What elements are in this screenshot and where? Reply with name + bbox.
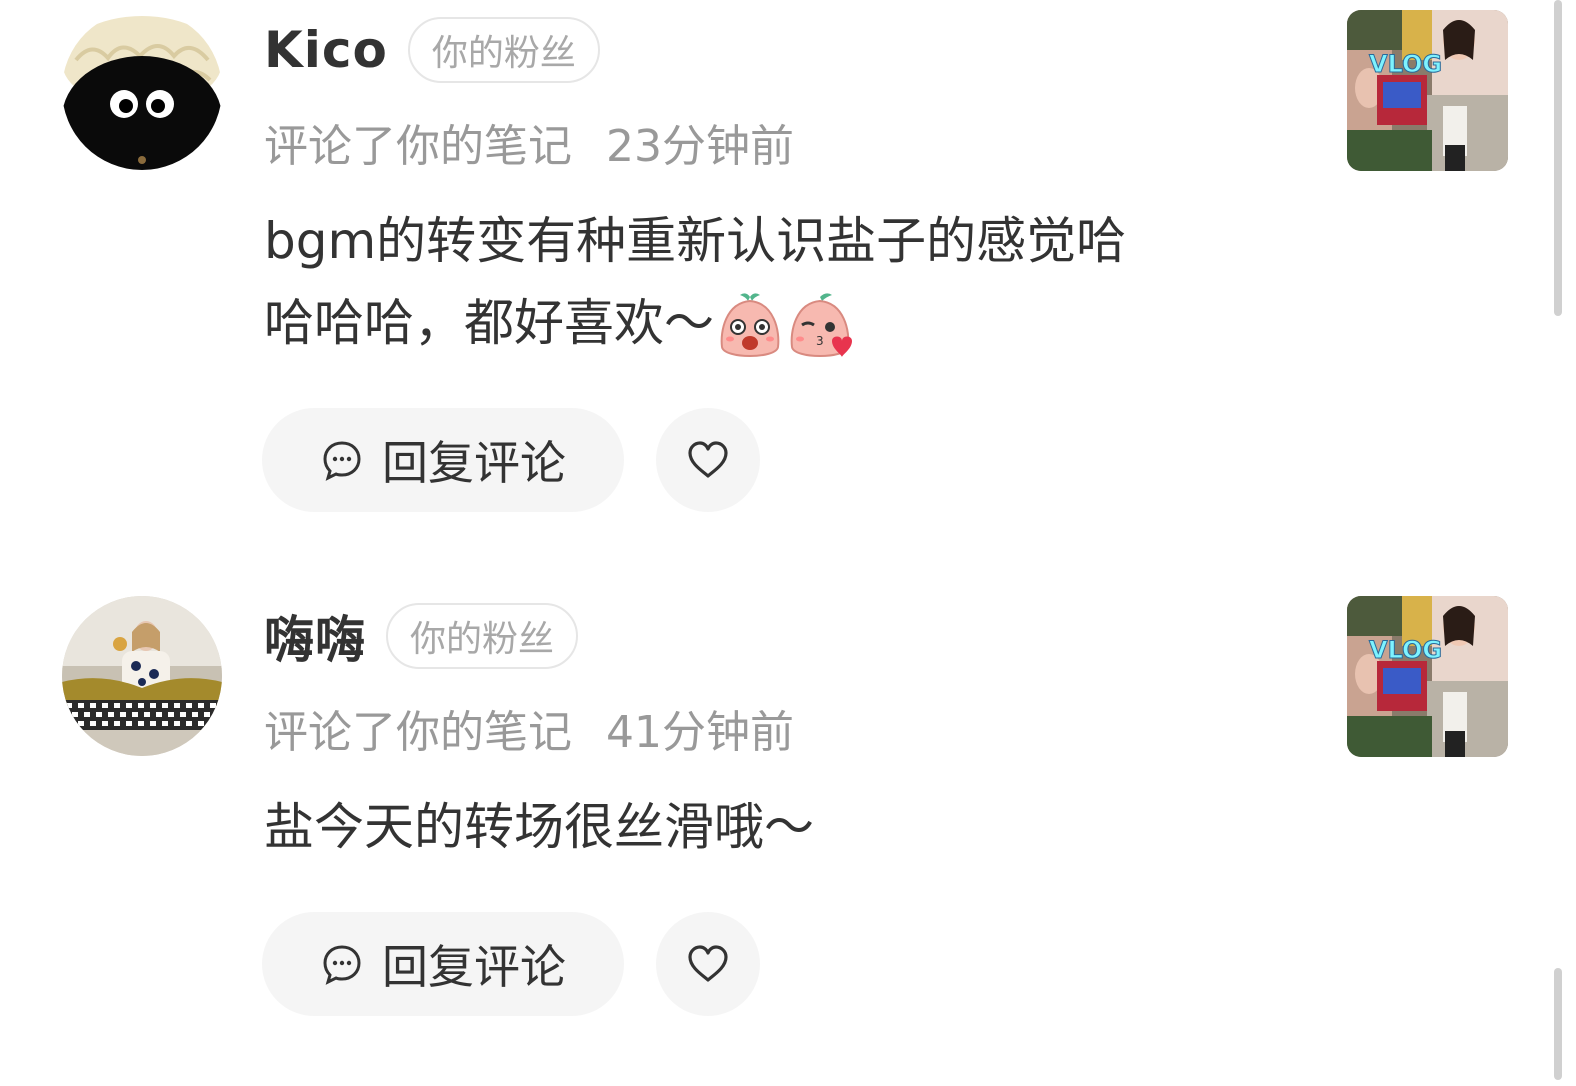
username[interactable]: 嗨嗨 (264, 600, 366, 672)
fan-badge: 你的粉丝 (407, 17, 600, 83)
notification-meta: 评论了你的笔记 41分钟前 (264, 696, 794, 760)
comment-text[interactable]: bgm的转变有种重新认识盐子的感觉哈 哈哈哈，都好喜欢～ 3 (264, 200, 1264, 364)
comment-line: 盐今天的转场很丝滑哦～ (264, 798, 814, 856)
surprised-emoji-icon (716, 291, 784, 363)
like-button[interactable] (656, 912, 760, 1016)
scrollbar-top[interactable] (1554, 0, 1562, 316)
fan-badge: 你的粉丝 (386, 603, 579, 669)
scrollbar-bottom[interactable] (1554, 968, 1562, 1080)
user-header: 嗨嗨 你的粉丝 (264, 600, 579, 672)
user-header: Kico 你的粉丝 (264, 14, 600, 86)
vlog-label: VLOG (1369, 50, 1442, 78)
note-thumbnail[interactable]: VLOG (1347, 596, 1508, 757)
notification-item[interactable]: 嗨嗨 你的粉丝 评论了你的笔记 41分钟前 盐今天的转场很丝滑哦～ 回复评论 V… (0, 586, 1576, 1086)
action-text: 评论了你的笔记 (264, 707, 572, 758)
avatar[interactable] (62, 10, 222, 170)
comment-line: 哈哈哈，都好喜欢～ (264, 294, 714, 352)
reply-comment-button[interactable]: 回复评论 (262, 912, 624, 1016)
timestamp: 23分钟前 (606, 121, 794, 172)
timestamp: 41分钟前 (606, 707, 794, 758)
comment-line: bgm的转变有种重新认识盐子的感觉哈 (264, 212, 1127, 270)
action-text: 评论了你的笔记 (264, 121, 572, 172)
comment-text[interactable]: 盐今天的转场很丝滑哦～ (264, 786, 1264, 868)
chat-bubble-icon (320, 942, 364, 986)
heart-outline-icon (686, 944, 730, 984)
notification-meta: 评论了你的笔记 23分钟前 (264, 110, 794, 174)
comment-line-with-emoji: 哈哈哈，都好喜欢～ 3 (264, 282, 1264, 364)
chat-bubble-icon (320, 438, 364, 482)
heart-outline-icon (686, 440, 730, 480)
note-thumbnail[interactable]: VLOG (1347, 10, 1508, 171)
like-button[interactable] (656, 408, 760, 512)
kiss-emoji-icon: 3 (786, 291, 854, 363)
vlog-label: VLOG (1369, 636, 1442, 664)
reply-comment-button[interactable]: 回复评论 (262, 408, 624, 512)
notification-item[interactable]: Kico 你的粉丝 评论了你的笔记 23分钟前 bgm的转变有种重新认识盐子的感觉… (0, 0, 1576, 512)
avatar[interactable] (62, 596, 222, 756)
reply-label: 回复评论 (382, 436, 566, 490)
svg-text:3: 3 (816, 334, 824, 348)
username[interactable]: Kico (264, 21, 388, 79)
reply-label: 回复评论 (382, 940, 566, 994)
